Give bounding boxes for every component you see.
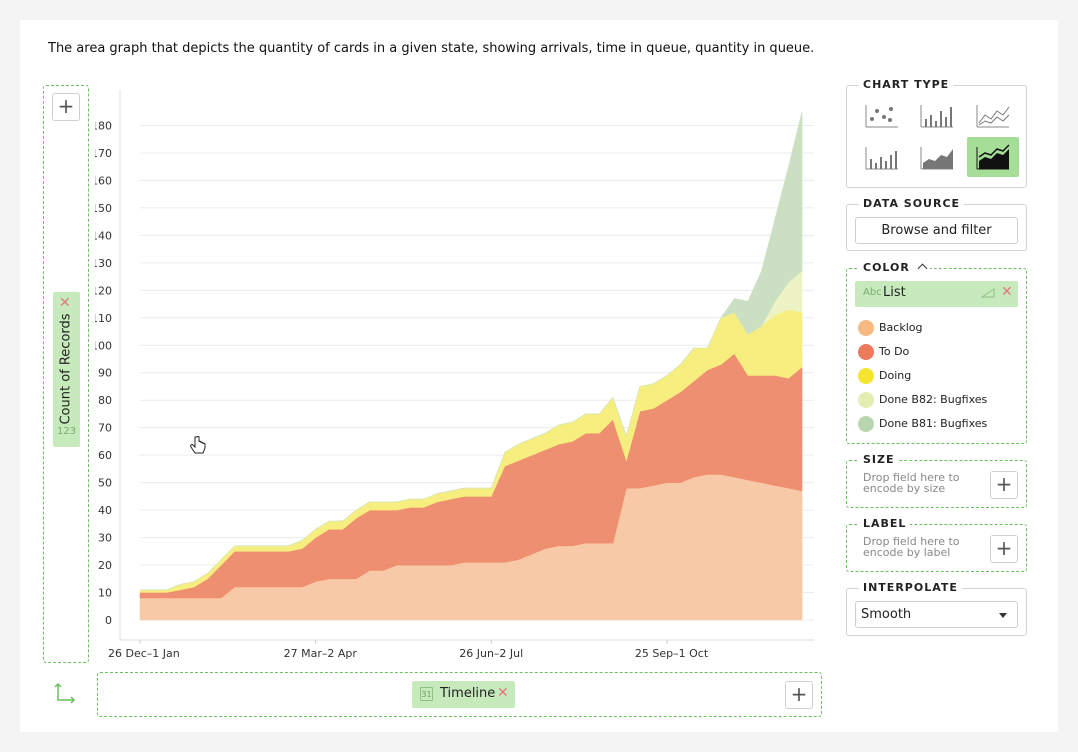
- chart-description: The area graph that depicts the quantity…: [48, 41, 815, 56]
- chart-type-title: CHART TYPE: [859, 78, 954, 91]
- stacked-bar-chart-icon[interactable]: [856, 137, 908, 177]
- text-type-badge: Abc: [863, 287, 882, 298]
- y-tick-label: 60: [98, 449, 112, 462]
- color-field-pill[interactable]: Abc List ✕: [855, 281, 1018, 307]
- legend-label: Done B82: Bugfixes: [879, 393, 988, 406]
- y-tick-label: 140: [95, 229, 112, 242]
- label-title: LABEL: [859, 517, 911, 530]
- stacked-area-chart-icon[interactable]: [967, 137, 1019, 177]
- legend-swatch: [858, 392, 874, 408]
- y-tick-label: 10: [98, 587, 112, 600]
- y-tick-label: 0: [105, 614, 112, 627]
- y-tick-label: 150: [95, 202, 112, 215]
- legend-label: Doing: [879, 369, 912, 382]
- legend-label: Done B81: Bugfixes: [879, 417, 988, 430]
- chevron-up-icon[interactable]: [917, 263, 928, 274]
- y-axis: 0 10 20 30 40 50 60 70 80 90 100 110 120 130 140 150 160…: [95, 90, 121, 640]
- y-tick-label: 30: [98, 532, 112, 545]
- browse-and-filter-button[interactable]: Browse and filter: [855, 217, 1018, 244]
- label-panel[interactable]: LABEL Drop field here to encode by label…: [846, 517, 1027, 572]
- x-field-label: Timeline: [440, 686, 496, 701]
- numeric-type-badge: 123: [57, 426, 77, 437]
- x-tick-label: 26 Jun–2 Jul: [459, 647, 523, 660]
- x-field-remove-icon[interactable]: ✕: [497, 685, 509, 701]
- legend-label: Backlog: [879, 321, 923, 334]
- chart-type-panel: CHART TYPE: [846, 78, 1027, 188]
- scatter-chart-icon[interactable]: [856, 95, 908, 135]
- interpolate-panel: INTERPOLATE Smooth: [846, 581, 1027, 636]
- color-panel[interactable]: COLOR Abc List ✕ Backlog To Do Doing Done B…: [846, 261, 1027, 444]
- legend-swatch: [858, 416, 874, 432]
- interpolate-value: Smooth: [861, 607, 912, 622]
- y-add-field-button[interactable]: +: [52, 93, 80, 121]
- interpolate-title: INTERPOLATE: [859, 581, 962, 594]
- legend-swatch: [858, 344, 874, 360]
- y-tick-label: 50: [98, 477, 112, 490]
- y-tick-label: 40: [98, 504, 112, 517]
- y-tick-label: 100: [95, 339, 112, 352]
- label-drop-hint: Drop field here to encode by label: [863, 535, 960, 559]
- y-tick-label: 80: [98, 394, 112, 407]
- x-field-pill[interactable]: 31 Timeline ✕: [412, 681, 515, 708]
- label-add-field-button[interactable]: +: [990, 535, 1018, 563]
- stacked-area-chart: 0 10 20 30 40 50 60 70 80 90 100 110 120 130 140 150 160…: [95, 90, 814, 660]
- size-panel[interactable]: SIZE Drop field here to encode by size +: [846, 453, 1027, 508]
- date-type-badge: 31: [420, 687, 433, 701]
- y-tick-label: 130: [95, 257, 112, 270]
- size-title: SIZE: [859, 453, 899, 466]
- swap-axes-icon[interactable]: [54, 682, 78, 706]
- y-tick-label: 20: [98, 559, 112, 572]
- color-title: COLOR: [859, 261, 930, 274]
- size-add-field-button[interactable]: +: [990, 471, 1018, 499]
- x-tick-label: 25 Sep–1 Oct: [635, 647, 709, 660]
- y-field-remove-icon[interactable]: ✕: [59, 295, 71, 311]
- legend-swatch: [858, 368, 874, 384]
- y-tick-label: 160: [95, 174, 112, 187]
- size-drop-hint: Drop field here to encode by size: [863, 471, 960, 495]
- legend-swatch: [858, 320, 874, 336]
- chart-areas: [139, 111, 803, 621]
- y-tick-label: 90: [98, 367, 112, 380]
- y-field-label: Count of Records: [58, 313, 74, 425]
- x-axis: 26 Dec–1 Jan 27 Mar–2 Apr 26 Jun–2 Jul 25 S…: [108, 639, 814, 660]
- color-field-remove-icon[interactable]: ✕: [1001, 284, 1013, 300]
- y-tick-label: 110: [95, 312, 112, 325]
- y-tick-label: 170: [95, 147, 112, 160]
- y-tick-label: 70: [98, 422, 112, 435]
- y-tick-label: 180: [95, 119, 112, 132]
- x-add-field-button[interactable]: +: [785, 681, 813, 709]
- sort-icon[interactable]: [981, 288, 995, 298]
- interpolate-select[interactable]: Smooth: [855, 601, 1018, 628]
- data-source-panel: DATA SOURCE Browse and filter: [846, 197, 1027, 251]
- y-tick-label: 120: [95, 284, 112, 297]
- x-tick-label: 26 Dec–1 Jan: [108, 647, 180, 660]
- area-chart-icon[interactable]: [911, 137, 963, 177]
- data-source-title: DATA SOURCE: [859, 197, 965, 210]
- x-tick-label: 27 Mar–2 Apr: [284, 647, 358, 660]
- line-chart-icon[interactable]: [967, 95, 1019, 135]
- dropdown-caret-icon: [999, 613, 1007, 618]
- y-field-pill[interactable]: ✕ Count of Records 123: [53, 292, 80, 447]
- color-field-label: List: [883, 285, 906, 300]
- bar-chart-icon[interactable]: [911, 95, 963, 135]
- legend-label: To Do: [879, 345, 910, 358]
- hand-cursor-icon: [190, 436, 206, 454]
